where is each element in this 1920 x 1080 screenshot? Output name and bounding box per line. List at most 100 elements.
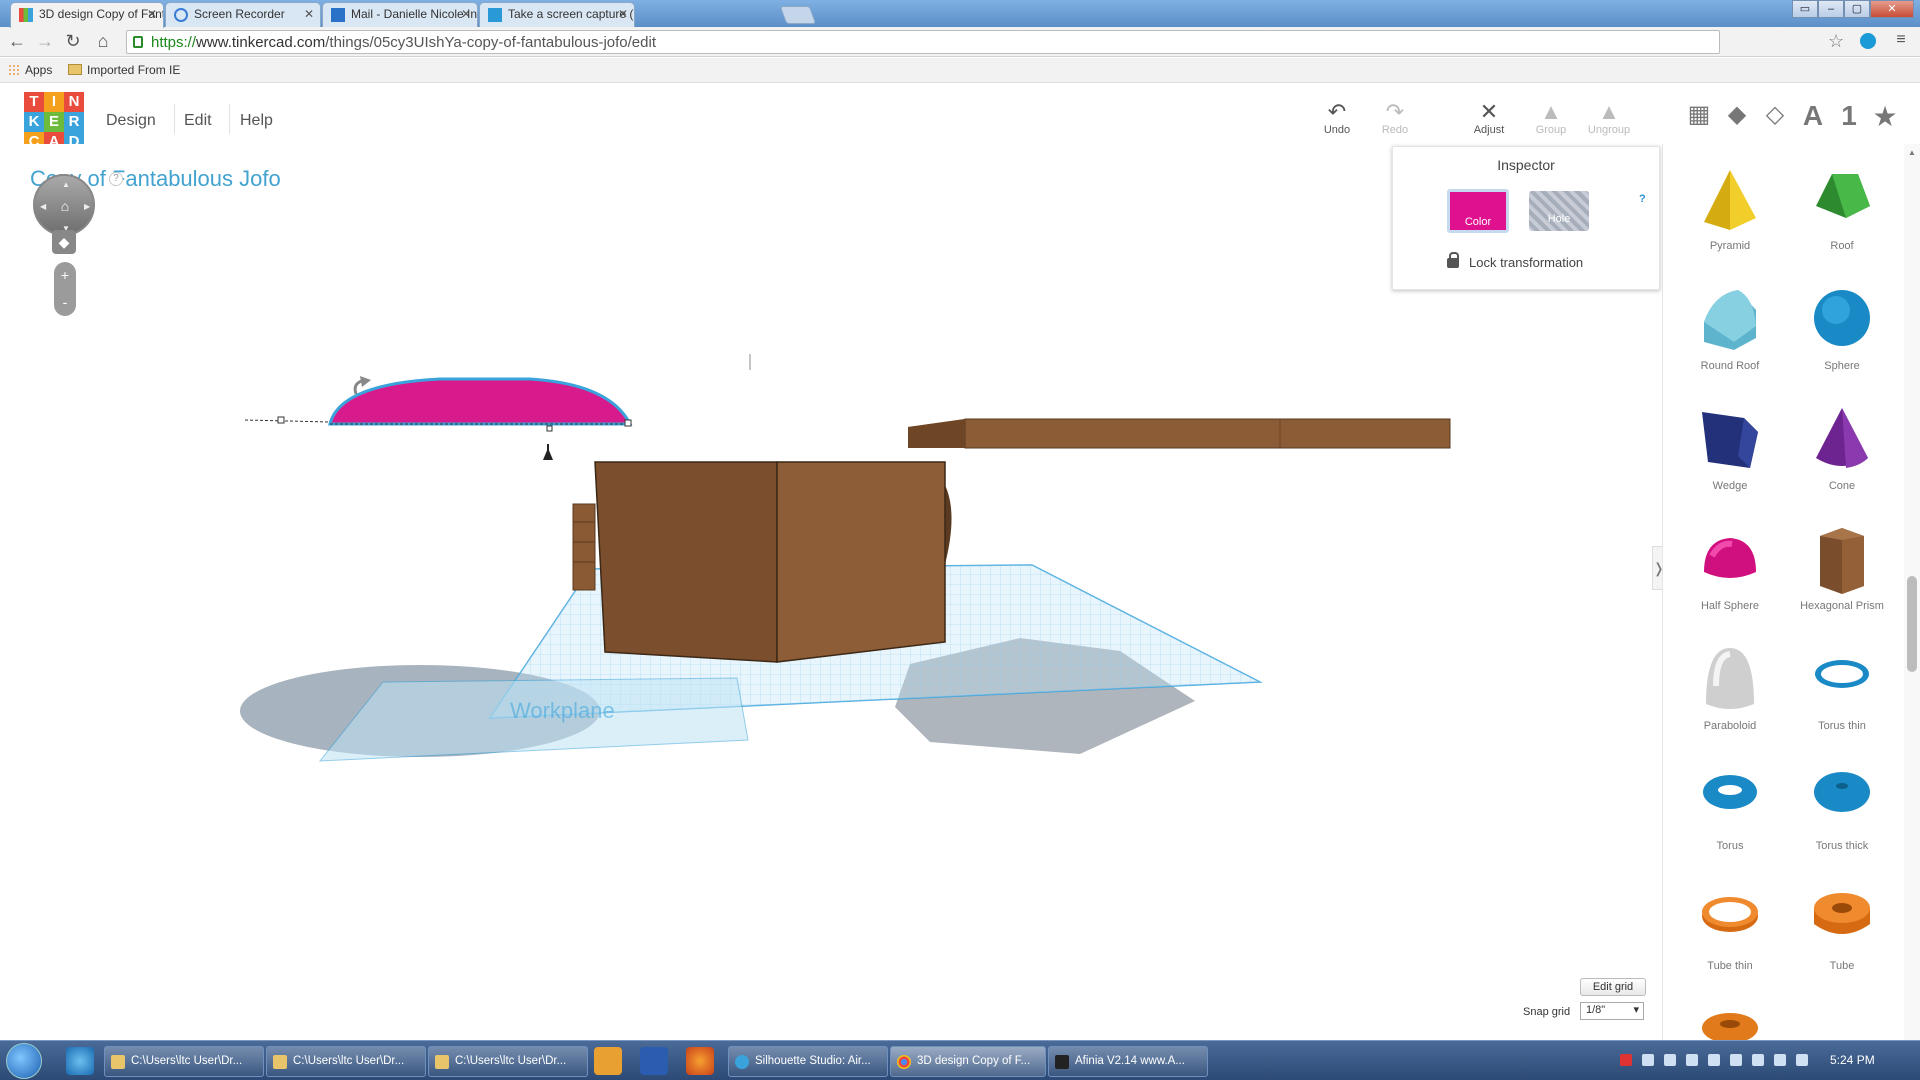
firefox-icon[interactable]: [686, 1047, 714, 1075]
start-button[interactable]: [6, 1043, 42, 1079]
home-icon[interactable]: ⌂: [92, 31, 114, 52]
resize-handle[interactable]: [546, 425, 553, 432]
taskbar-explorer-1[interactable]: C:\Users\ltc User\Dr...: [104, 1046, 264, 1077]
adjust-button[interactable]: ✕ Adjust: [1464, 100, 1514, 137]
maximize-icon[interactable]: ▢: [1844, 0, 1870, 18]
inspector-help-icon[interactable]: ?: [1639, 193, 1646, 205]
taskbar-chrome[interactable]: 3D design Copy of F...: [890, 1046, 1046, 1077]
close-tab-icon[interactable]: ✕: [147, 7, 157, 21]
ungroup-button[interactable]: ▲ Ungroup: [1584, 100, 1634, 137]
home-view-icon[interactable]: ⌂: [57, 198, 73, 214]
word-icon[interactable]: [640, 1047, 668, 1075]
taskbar-afinia[interactable]: Afinia V2.14 www.A...: [1048, 1046, 1208, 1077]
close-tab-icon[interactable]: ✕: [461, 7, 471, 21]
close-window-icon[interactable]: ✕: [1870, 0, 1914, 18]
taskbar-silhouette-studio[interactable]: Silhouette Studio: Air...: [728, 1046, 888, 1077]
tray-volume-icon[interactable]: [1664, 1054, 1676, 1066]
scroll-up-icon[interactable]: ▲: [1908, 148, 1916, 157]
resize-handle[interactable]: [624, 419, 632, 427]
zoom-out-button[interactable]: -: [54, 289, 76, 316]
bookmark-imported-from-ie[interactable]: Imported From IE: [68, 63, 180, 77]
tab-screen-capture[interactable]: Take a screen capture (pr ✕: [479, 2, 635, 27]
bookmark-apps[interactable]: Apps: [8, 63, 52, 77]
new-tab-button[interactable]: [779, 6, 817, 24]
redo-button[interactable]: ↷ Redo: [1370, 100, 1420, 137]
tab-screen-recorder[interactable]: Screen Recorder ✕: [165, 2, 321, 27]
tray-monitor-icon[interactable]: [1774, 1054, 1786, 1066]
orbit-up-icon[interactable]: ▲: [62, 180, 70, 189]
taskbar-explorer-3[interactable]: C:\Users\ltc User\Dr...: [428, 1046, 588, 1077]
menu-help[interactable]: Help: [240, 112, 273, 130]
tab-mail[interactable]: Mail - Danielle Nicole Ing ✕: [322, 2, 478, 27]
media-player-icon[interactable]: [594, 1047, 622, 1075]
number-icon[interactable]: 1: [1832, 100, 1866, 132]
cube-view-icon[interactable]: ◆: [1720, 100, 1754, 129]
close-tab-icon[interactable]: ✕: [618, 7, 628, 21]
wireframe-view-icon[interactable]: ◇: [1758, 100, 1792, 129]
sphere-icon: [1814, 290, 1870, 346]
tab-tinkercad[interactable]: 3D design Copy of Fantab ✕: [10, 2, 164, 28]
shape-wedge[interactable]: Wedge: [1675, 406, 1785, 506]
shape-partial[interactable]: [1675, 1006, 1785, 1040]
tray-cloud-icon[interactable]: [1686, 1054, 1698, 1066]
back-arrow-icon[interactable]: ←: [6, 31, 28, 52]
orbit-left-icon[interactable]: ◀: [40, 202, 46, 211]
box-object[interactable]: [594, 461, 946, 663]
tray-speaker-icon[interactable]: [1796, 1054, 1808, 1066]
tinkercad-logo[interactable]: TINKERCAD: [24, 92, 84, 152]
hole-button[interactable]: Hole: [1529, 191, 1589, 231]
chrome-menu-icon[interactable]: ≡: [1890, 31, 1912, 49]
shape-cone[interactable]: Cone: [1787, 406, 1897, 506]
bookmark-star-icon[interactable]: ☆: [1828, 31, 1844, 52]
tray-mcafee-icon[interactable]: [1620, 1054, 1632, 1066]
tray-network-icon[interactable]: [1642, 1054, 1654, 1066]
favorites-icon[interactable]: ★: [1868, 100, 1902, 133]
forward-arrow-icon[interactable]: →: [34, 31, 56, 52]
shape-half-sphere[interactable]: Half Sphere: [1675, 526, 1785, 626]
group-button[interactable]: ▲ Group: [1526, 100, 1576, 137]
shape-round-roof[interactable]: Round Roof: [1675, 286, 1785, 386]
minimize-icon[interactable]: –: [1818, 0, 1844, 18]
nav-help-icon[interactable]: ?: [109, 172, 123, 186]
close-tab-icon[interactable]: ✕: [304, 7, 314, 21]
grid-view-icon[interactable]: ▦: [1682, 100, 1716, 129]
color-button[interactable]: Color: [1447, 189, 1509, 233]
text-icon[interactable]: A: [1796, 100, 1830, 132]
shape-tube-thin[interactable]: Tube thin: [1675, 886, 1785, 986]
menu-edit[interactable]: Edit: [184, 112, 212, 130]
snap-grid-select[interactable]: 1/8": [1580, 1002, 1644, 1020]
url-field[interactable]: https://www.tinkercad.com/things/05cy3UI…: [126, 30, 1720, 54]
tray-display-icon[interactable]: [1752, 1054, 1764, 1066]
undo-button[interactable]: ↶ Undo: [1312, 100, 1362, 137]
shapes-scrollbar[interactable]: ▲: [1904, 144, 1920, 1040]
shape-tube[interactable]: Tube: [1787, 886, 1897, 986]
user-icon[interactable]: ▭: [1792, 0, 1818, 18]
menu-design[interactable]: Design: [106, 112, 156, 130]
scrollbar-thumb[interactable]: [1907, 576, 1917, 672]
lock-transformation-toggle[interactable]: Lock transformation: [1447, 252, 1583, 270]
edit-grid-button[interactable]: Edit grid: [1580, 978, 1646, 996]
view-navigation-pad[interactable]: ⌂ ▲ ▼ ◀ ▶: [33, 174, 95, 236]
shape-hexagonal-prism[interactable]: Hexagonal Prism: [1787, 526, 1897, 626]
resize-handle[interactable]: [277, 416, 285, 424]
tray-sync-icon[interactable]: [1730, 1054, 1742, 1066]
shape-roof[interactable]: Roof: [1787, 166, 1897, 266]
reload-icon[interactable]: ↻: [62, 31, 84, 52]
shape-pyramid[interactable]: Pyramid: [1675, 166, 1785, 266]
orbit-right-icon[interactable]: ▶: [84, 202, 90, 211]
shape-sphere[interactable]: Sphere: [1787, 286, 1897, 386]
taskbar-clock[interactable]: 5:24 PM: [1830, 1053, 1875, 1067]
internet-explorer-icon[interactable]: [66, 1047, 94, 1075]
shape-torus[interactable]: Torus: [1675, 766, 1785, 866]
shape-paraboloid[interactable]: Paraboloid: [1675, 646, 1785, 746]
board-object[interactable]: [908, 418, 1451, 449]
tray-flag-icon[interactable]: [1708, 1054, 1720, 1066]
browser-tab-strip: 3D design Copy of Fantab ✕ Screen Record…: [0, 0, 1920, 28]
taskbar-explorer-2[interactable]: C:\Users\ltc User\Dr...: [266, 1046, 426, 1077]
shape-torus-thick[interactable]: Torus thick: [1787, 766, 1897, 866]
skype-extension-icon[interactable]: [1860, 33, 1876, 49]
shape-torus-thin[interactable]: Torus thin: [1787, 646, 1897, 746]
fit-view-cube-icon[interactable]: ◆: [52, 230, 76, 254]
zoom-in-button[interactable]: +: [54, 262, 76, 289]
half-sphere-object[interactable]: [244, 354, 751, 460]
